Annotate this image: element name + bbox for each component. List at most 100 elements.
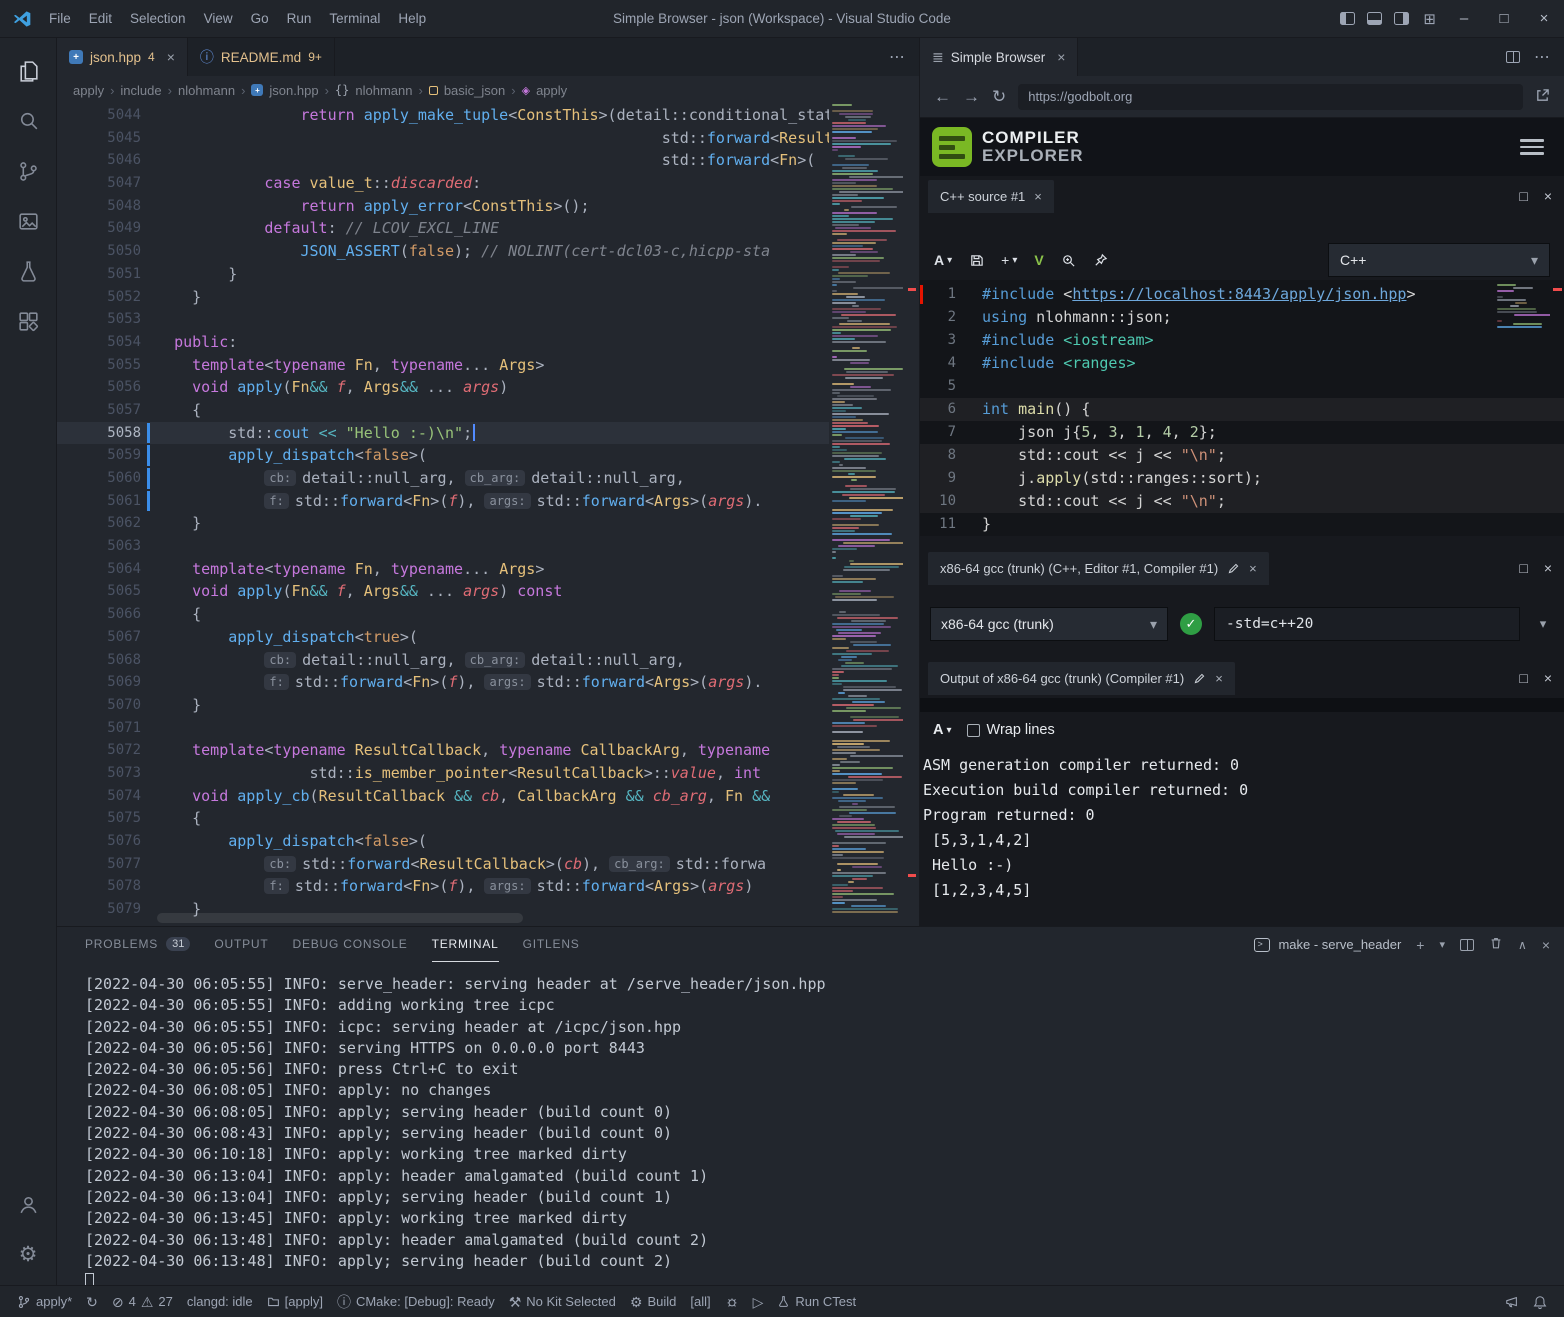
close-pane-icon[interactable]: ×: [1544, 670, 1552, 686]
godbolt-minimap[interactable]: [1496, 284, 1550, 329]
menu-go[interactable]: Go: [242, 11, 278, 26]
rename-pencil-icon[interactable]: [1227, 562, 1240, 575]
split-editor-icon[interactable]: [1506, 51, 1520, 63]
vscode-logo-icon[interactable]: [0, 9, 40, 29]
code-line[interactable]: 5061 f:std::forward<Fn>(f), args:std::fo…: [57, 490, 829, 513]
close-tab-icon[interactable]: ×: [1057, 49, 1065, 65]
code-line[interactable]: 5058 std::cout << "Hello :-)\n";: [57, 422, 829, 445]
git-branch-status[interactable]: apply*: [10, 1286, 79, 1317]
cmake-project-status[interactable]: [apply]: [260, 1286, 330, 1317]
back-icon[interactable]: ←: [934, 88, 951, 105]
maximize-panel-icon[interactable]: ∧: [1518, 938, 1527, 952]
code-line[interactable]: 5068 cb:detail::null_arg, cb_arg:detail:…: [57, 649, 829, 672]
vim-mode-icon[interactable]: V: [1034, 252, 1043, 268]
code-line[interactable]: 5077 cb:std::forward<ResultCallback>(cb)…: [57, 853, 829, 876]
menu-terminal[interactable]: Terminal: [320, 11, 389, 26]
terminal-profiles-icon[interactable]: ▾: [1439, 938, 1445, 951]
tab-simple-browser[interactable]: ≣ Simple Browser ×: [920, 38, 1078, 76]
maximize-pane-icon[interactable]: □: [1519, 188, 1527, 204]
code-line[interactable]: 5047 case value_t::discarded:: [57, 172, 829, 195]
breadcrumb-item[interactable]: apply: [73, 83, 104, 98]
code-line[interactable]: 5063: [57, 535, 829, 558]
close-pane-icon[interactable]: ×: [1034, 189, 1042, 204]
code-line[interactable]: 5053: [57, 308, 829, 331]
godbolt-code-line[interactable]: 9 j.apply(std::ranges::sort);: [920, 467, 1564, 490]
code-line[interactable]: 5046 std::forward<Fn>(: [57, 149, 829, 172]
wrap-lines-checkbox[interactable]: Wrap lines: [967, 722, 1055, 738]
close-pane-icon[interactable]: ×: [1215, 671, 1223, 686]
feedback-icon[interactable]: [1498, 1295, 1526, 1309]
libraries-dropdown-icon[interactable]: ▾: [1532, 616, 1554, 632]
godbolt-code-line[interactable]: 10 std::cout << j << "\n";: [920, 490, 1564, 513]
menu-run[interactable]: Run: [278, 11, 321, 26]
open-external-icon[interactable]: [1535, 88, 1550, 106]
customize-layout-icon[interactable]: ⊞: [1423, 10, 1436, 28]
minimize-button[interactable]: –: [1444, 0, 1484, 37]
forward-icon[interactable]: →: [963, 88, 980, 105]
menu-view[interactable]: View: [195, 11, 242, 26]
breadcrumb-item[interactable]: nlohmann: [178, 83, 235, 98]
remote-explorer-icon[interactable]: [4, 196, 52, 246]
code-line[interactable]: 5065 void apply(Fn&& f, Args&& ... args)…: [57, 580, 829, 603]
code-line[interactable]: 5067 apply_dispatch<true>(: [57, 626, 829, 649]
debug-target-button[interactable]: [718, 1286, 746, 1317]
tab-json-hpp[interactable]: + json.hpp 4 ×: [57, 38, 188, 76]
kill-terminal-icon[interactable]: [1489, 936, 1503, 953]
code-line[interactable]: 5064 template<typename Fn, typename... A…: [57, 558, 829, 581]
reload-icon[interactable]: ↻: [992, 88, 1006, 105]
source-pane-tab[interactable]: C++ source #1 ×: [928, 180, 1054, 213]
code-line[interactable]: 5074 void apply_cb(ResultCallback && cb,…: [57, 785, 829, 808]
code-line[interactable]: 5056 void apply(Fn&& f, Args&& ... args): [57, 376, 829, 399]
tab-debug-console[interactable]: DEBUG CONSOLE: [292, 927, 407, 962]
breadcrumb-item[interactable]: json.hpp: [269, 83, 318, 98]
godbolt-code-line[interactable]: 3#include <iostream>: [920, 329, 1564, 352]
account-icon[interactable]: [4, 1179, 52, 1229]
code-line[interactable]: 5073 std::is_member_pointer<ResultCallba…: [57, 762, 829, 785]
code-line[interactable]: 5054 public:: [57, 331, 829, 354]
code-line[interactable]: 5050 JSON_ASSERT(false); // NOLINT(cert-…: [57, 240, 829, 263]
code-line[interactable]: 5045 std::forward<Result>: [57, 127, 829, 150]
code-line[interactable]: 5075 {: [57, 807, 829, 830]
maximize-pane-icon[interactable]: □: [1519, 560, 1527, 576]
compiler-options-input[interactable]: -std=c++20: [1214, 607, 1520, 641]
godbolt-code-line[interactable]: 4#include <ranges>: [920, 352, 1564, 375]
settings-gear-icon[interactable]: ⚙: [4, 1229, 52, 1279]
rename-pencil-icon[interactable]: [1193, 672, 1206, 685]
code-line[interactable]: 5076 apply_dispatch<false>(: [57, 830, 829, 853]
godbolt-code-line[interactable]: 11}: [920, 513, 1564, 536]
tab-output[interactable]: OUTPUT: [214, 927, 268, 962]
split-terminal-icon[interactable]: [1460, 939, 1474, 951]
menu-edit[interactable]: Edit: [80, 11, 121, 26]
minimap[interactable]: [831, 104, 903, 926]
code-line[interactable]: 5072 template<typename ResultCallback, t…: [57, 739, 829, 762]
godbolt-code-line[interactable]: 2using nlohmann::json;: [920, 306, 1564, 329]
tab-problems[interactable]: PROBLEMS 31: [85, 927, 190, 962]
maximize-pane-icon[interactable]: □: [1519, 670, 1527, 686]
code-line[interactable]: 5052 }: [57, 286, 829, 309]
godbolt-code-line[interactable]: 1#include <https://localhost:8443/apply/…: [920, 283, 1564, 306]
close-pane-icon[interactable]: ×: [1544, 188, 1552, 204]
run-ctest-button[interactable]: Run CTest: [770, 1286, 863, 1317]
code-line[interactable]: 5055 template<typename Fn, typename... A…: [57, 354, 829, 377]
tab-readme-md[interactable]: ⓘ README.md 9+: [188, 38, 335, 76]
breadcrumb-item[interactable]: apply: [536, 83, 567, 98]
terminal-output[interactable]: [2022-04-30 06:05:55] INFO: serve_header…: [57, 962, 1564, 1285]
tab-terminal[interactable]: TERMINAL: [432, 927, 499, 962]
cmake-status[interactable]: ⓘ CMake: [Debug]: Ready: [330, 1286, 502, 1317]
menu-selection[interactable]: Selection: [121, 11, 195, 26]
sync-changes-icon[interactable]: ↻: [79, 1286, 105, 1317]
compiler-pane-tab[interactable]: x86-64 gcc (trunk) (C++, Editor #1, Comp…: [928, 552, 1269, 585]
editor-more-actions-icon[interactable]: ⋯: [889, 47, 905, 67]
close-window-button[interactable]: ×: [1524, 0, 1564, 37]
code-editor[interactable]: 5044 return apply_make_tuple<ConstThis>(…: [57, 104, 919, 926]
toggle-secondary-sidebar-icon[interactable]: [1394, 12, 1409, 25]
godbolt-source-editor[interactable]: 1#include <https://localhost:8443/apply/…: [920, 280, 1564, 536]
godbolt-code-line[interactable]: 8 std::cout << j << "\n";: [920, 444, 1564, 467]
compiler-select[interactable]: x86-64 gcc (trunk) ▾: [930, 607, 1168, 641]
code-line[interactable]: 5057 {: [57, 399, 829, 422]
code-line[interactable]: 5048 return apply_error<ConstThis>();: [57, 195, 829, 218]
code-line[interactable]: 5066 {: [57, 603, 829, 626]
cmake-kit-status[interactable]: ⚒ No Kit Selected: [502, 1286, 623, 1317]
code-line[interactable]: 5062 }: [57, 512, 829, 535]
godbolt-code-line[interactable]: 5: [920, 375, 1564, 398]
